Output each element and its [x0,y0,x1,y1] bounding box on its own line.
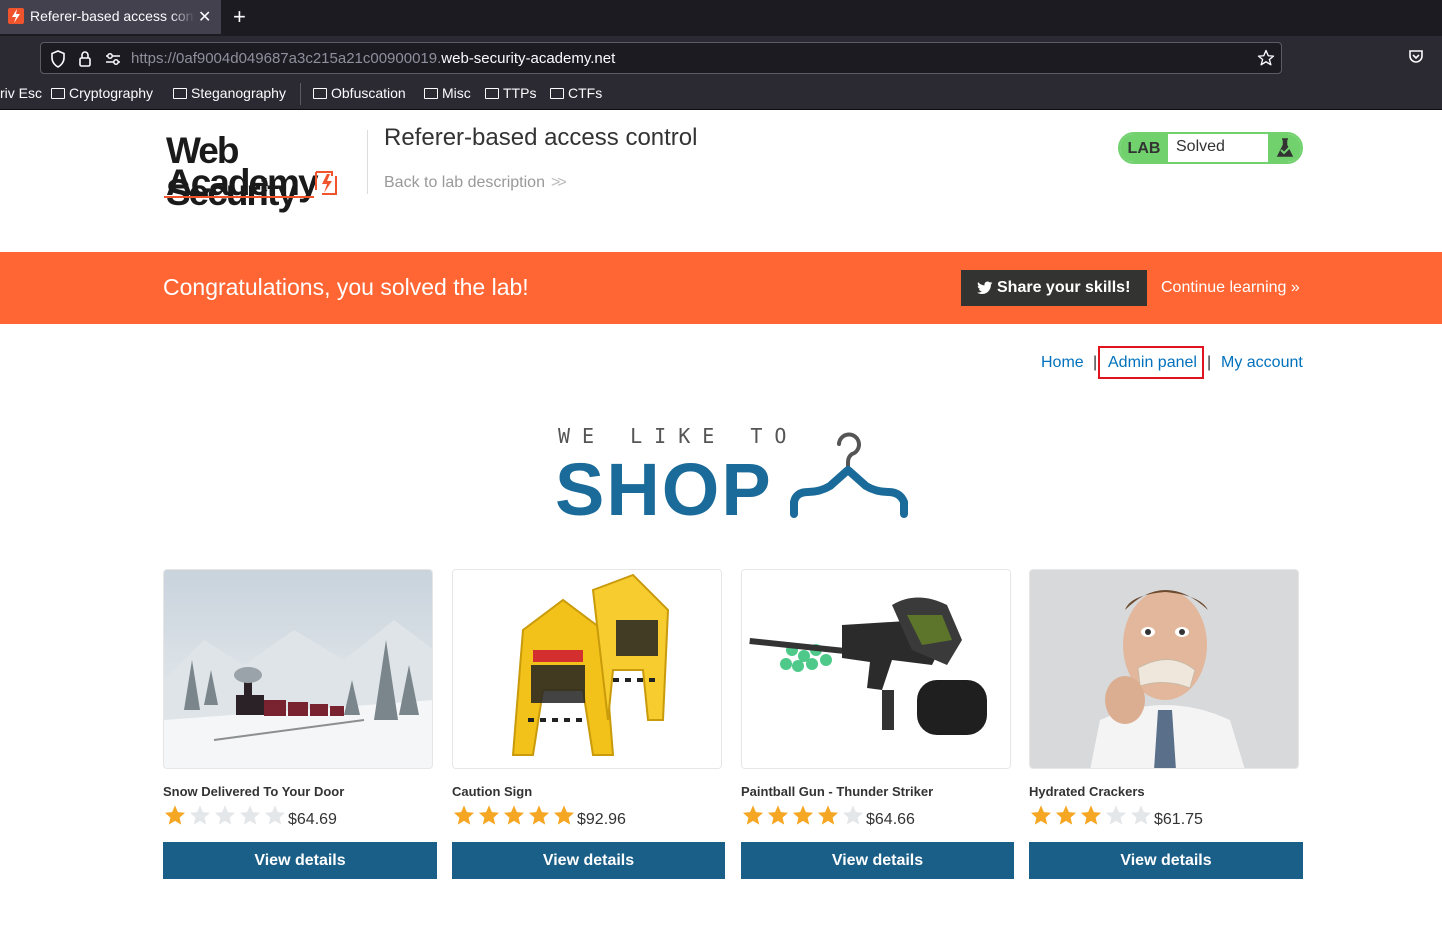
web-security-academy-logo[interactable]: Web Security Academy [164,128,368,213]
lab-title: Referer-based access control [384,124,698,151]
header-divider [367,130,368,194]
flask-icon [1268,134,1301,162]
chevron-double-right-icon: >> [550,174,567,191]
view-details-button[interactable]: View details [452,842,725,879]
star-empty-icon [1104,804,1128,826]
product-price: $64.66 [866,811,915,828]
url-bar[interactable]: https://0af9004d049687a3c215a21c00900019… [40,42,1282,74]
product-price: $64.69 [288,811,337,828]
shop-logo-word: SHOP [555,448,773,531]
folder-icon [550,88,564,99]
lab-solved-banner: Congratulations, you solved the lab! Sha… [0,252,1442,324]
congratulations-message: Congratulations, you solved the lab! [163,274,529,300]
continue-learning-link[interactable]: Continue learning » [1161,279,1300,297]
shield-icon[interactable] [50,50,66,68]
bookmark-star-icon[interactable] [1257,49,1275,67]
shop-tagline: WE LIKE TO [558,424,799,448]
folder-icon [313,88,327,99]
bookmark-priv-esc[interactable]: riv Esc [0,85,42,101]
star-filled-icon [1029,804,1053,826]
back-to-lab-description-link[interactable]: Back to lab description >> [384,174,567,192]
star-filled-icon [163,804,187,826]
product-image-caution-sign[interactable] [452,569,722,769]
tab-title: Referer-based access control [30,8,195,24]
twitter-icon [977,281,993,294]
bookmark-ctfs[interactable]: CTFs [550,85,602,101]
folder-icon [485,88,499,99]
share-skills-button[interactable]: Share your skills! [961,270,1147,306]
product-name: Caution Sign [452,784,533,799]
folder-icon [51,88,65,99]
star-filled-icon [791,804,815,826]
bookmark-separator [300,83,301,105]
rating-stars [741,804,866,828]
star-filled-icon [816,804,840,826]
browser-tab-bar: Referer-based access control ✕ + [0,0,1442,36]
bookmark-obfuscation[interactable]: Obfuscation [313,85,406,101]
rating-stars [452,804,577,828]
admin-panel-highlight-box [1098,346,1204,379]
logo-underline [164,196,314,198]
star-filled-icon [766,804,790,826]
product-name: Hydrated Crackers [1029,784,1145,799]
lab-status-widget: LAB Solved [1118,132,1303,164]
folder-icon [424,88,438,99]
lock-icon[interactable] [78,50,92,68]
star-filled-icon [502,804,526,826]
nav-separator: | [1093,354,1098,371]
star-empty-icon [213,804,237,826]
product-price: $61.75 [1154,811,1203,828]
star-empty-icon [238,804,262,826]
portswigger-favicon-icon [8,8,24,24]
url-text[interactable]: https://0af9004d049687a3c215a21c00900019… [131,50,615,67]
view-details-button[interactable]: View details [741,842,1014,879]
folder-icon [173,88,187,99]
rating-stars [163,804,288,828]
star-filled-icon [452,804,476,826]
nav-separator: | [1207,354,1212,371]
star-filled-icon [741,804,765,826]
star-empty-icon [1129,804,1153,826]
lab-label: LAB [1120,134,1168,162]
pocket-icon[interactable] [1408,49,1424,65]
bookmark-steganography[interactable]: Steganography [173,85,286,101]
product-image-paintball-gun[interactable] [741,569,1011,769]
star-filled-icon [527,804,551,826]
star-filled-icon [1079,804,1103,826]
browser-tab[interactable]: Referer-based access control ✕ [0,0,221,34]
view-details-button[interactable]: View details [163,842,437,879]
view-details-button[interactable]: View details [1029,842,1303,879]
browser-nav-bar: https://0af9004d049687a3c215a21c00900019… [0,36,1442,78]
star-empty-icon [188,804,212,826]
star-filled-icon [1054,804,1078,826]
hanger-icon [790,432,908,518]
product-image-hydrated-crackers[interactable] [1029,569,1299,769]
rating-stars [1029,804,1154,828]
bookmark-cryptography[interactable]: Cryptography [51,85,153,101]
star-filled-icon [552,804,576,826]
product-price: $92.96 [577,811,626,828]
new-tab-icon[interactable]: + [233,4,246,30]
star-empty-icon [841,804,865,826]
product-name: Paintball Gun - Thunder Striker [741,784,934,799]
product-name: Snow Delivered To Your Door [163,784,345,799]
star-filled-icon [477,804,501,826]
my-account-link[interactable]: My account [1221,354,1303,372]
bookmark-misc[interactable]: Misc [424,85,471,101]
bolt-icon [315,171,337,195]
bookmarks-bar: riv Esc Cryptography Steganography Obfus… [0,78,1442,110]
product-image-snow[interactable] [163,569,433,769]
lab-status-text: Solved [1176,138,1225,155]
star-empty-icon [263,804,287,826]
permissions-icon[interactable] [104,50,122,68]
bookmark-ttps[interactable]: TTPs [485,85,536,101]
home-link[interactable]: Home [1041,354,1084,372]
tab-close-icon[interactable]: ✕ [198,7,211,27]
